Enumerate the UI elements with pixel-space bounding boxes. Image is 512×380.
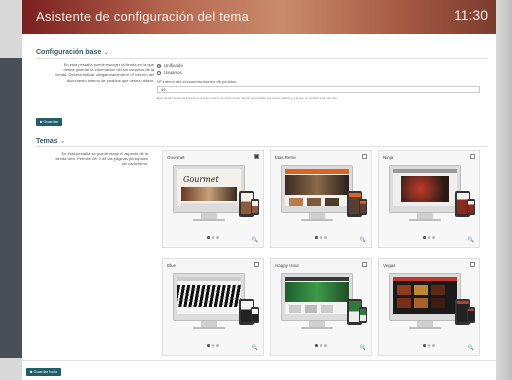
- themes-title[interactable]: Temas ⌄: [36, 137, 66, 145]
- zoom-icon[interactable]: 🔍: [468, 345, 474, 351]
- theme-checkbox[interactable]: [362, 262, 367, 267]
- theme-checkbox[interactable]: [362, 154, 367, 159]
- carousel-dots[interactable]: [207, 236, 219, 239]
- page-title: Asistente de configuración del tema: [36, 9, 249, 24]
- monitor-preview: Gourmet: [173, 165, 245, 213]
- order-number-field[interactable]: 10: [157, 86, 480, 93]
- theme-checkbox[interactable]: [254, 262, 259, 267]
- base-config-title[interactable]: Configuración base ⌄: [36, 48, 109, 56]
- theme-name: Ninja: [383, 155, 394, 160]
- theme-name: Gourmet: [167, 155, 185, 160]
- wizard-page: Asistente de configuración del tema 11:3…: [22, 0, 496, 380]
- theme-card-ninja[interactable]: Ninja 🔍: [378, 150, 480, 248]
- option-label: Unificado: [164, 63, 183, 68]
- theme-checkbox[interactable]: [470, 262, 475, 267]
- phone-preview: [251, 199, 259, 215]
- themes-description: En esta pestaña se puede elegir el aspec…: [55, 151, 149, 167]
- monitor-preview: [389, 165, 461, 213]
- carousel-dots[interactable]: [207, 344, 219, 347]
- base-config-description: En esta pestaña puede escoger la tienda …: [55, 62, 154, 83]
- order-number-label: Nº interno del documento interno de pedi…: [157, 79, 237, 84]
- save-label: Guardar: [43, 119, 59, 124]
- save-icon: ■: [40, 119, 43, 124]
- theme-card-blue[interactable]: Blue 🔍: [162, 258, 264, 356]
- theme-name: Mas Retro: [275, 155, 296, 160]
- radio-icon: [157, 70, 161, 75]
- theme-checkbox[interactable]: [470, 154, 475, 159]
- carousel-dots[interactable]: [315, 344, 327, 347]
- chevron-down-icon: ⌄: [59, 138, 66, 145]
- zoom-icon[interactable]: 🔍: [360, 345, 366, 351]
- left-dark-bar: [0, 58, 22, 358]
- save-all-button[interactable]: ■ Guardar todo: [26, 368, 62, 376]
- theme-card-gourmet[interactable]: Gourmet Gourmet 🔍: [162, 150, 264, 248]
- screen-logo-text: Gourmet: [183, 175, 219, 184]
- carousel-dots[interactable]: [423, 344, 435, 347]
- option-unificado[interactable]: Unificado: [157, 63, 183, 68]
- save-icon: ■: [30, 369, 33, 374]
- monitor-base: [193, 219, 225, 221]
- page-header: Asistente de configuración del tema 11:3…: [22, 0, 496, 34]
- footer-divider: [22, 360, 496, 361]
- radio-icon: [157, 63, 161, 68]
- header-time: 11:30: [454, 7, 488, 23]
- monitor-base: [193, 327, 225, 329]
- phone-preview: [467, 307, 475, 323]
- theme-card-mas-retro[interactable]: Mas Retro 🔍: [270, 150, 372, 248]
- carousel-dots[interactable]: [423, 236, 435, 239]
- divider: [36, 58, 488, 59]
- save-all-label: Guardar todo: [33, 369, 58, 374]
- monitor-preview: [281, 165, 353, 213]
- right-edge: [496, 0, 512, 380]
- theme-name: Blue: [167, 263, 177, 268]
- phone-preview: [467, 199, 475, 215]
- option-usuarios[interactable]: Usuarios: [157, 70, 182, 75]
- theme-name: Vegas: [383, 263, 396, 268]
- monitor-base: [301, 219, 333, 221]
- monitor-preview: [281, 273, 353, 321]
- monitor-base: [301, 327, 333, 329]
- theme-name: Happy Hour: [275, 263, 300, 268]
- carousel-dots[interactable]: [315, 236, 327, 239]
- save-button[interactable]: ■ Guardar: [36, 118, 63, 126]
- chevron-down-icon: ⌄: [103, 49, 110, 56]
- zoom-icon[interactable]: 🔍: [252, 237, 258, 243]
- zoom-icon[interactable]: 🔍: [360, 237, 366, 243]
- option-label: Usuarios: [164, 70, 182, 75]
- phone-preview: [251, 307, 259, 323]
- monitor-preview: [389, 273, 461, 321]
- divider: [36, 146, 488, 147]
- zoom-icon[interactable]: 🔍: [468, 237, 474, 243]
- phone-preview: [359, 307, 367, 323]
- monitor-preview: [173, 273, 245, 321]
- zoom-icon[interactable]: 🔍: [252, 345, 258, 351]
- monitor-base: [409, 219, 441, 221]
- theme-card-vegas[interactable]: Vegas 🔍: [378, 258, 480, 356]
- theme-card-happy-hour[interactable]: Happy Hour 🔍: [270, 258, 372, 356]
- monitor-base: [409, 327, 441, 329]
- phone-preview: [359, 199, 367, 215]
- field-hint: Este pedido aparecerá sobre la sección i…: [157, 96, 338, 100]
- theme-checkbox[interactable]: [254, 154, 259, 159]
